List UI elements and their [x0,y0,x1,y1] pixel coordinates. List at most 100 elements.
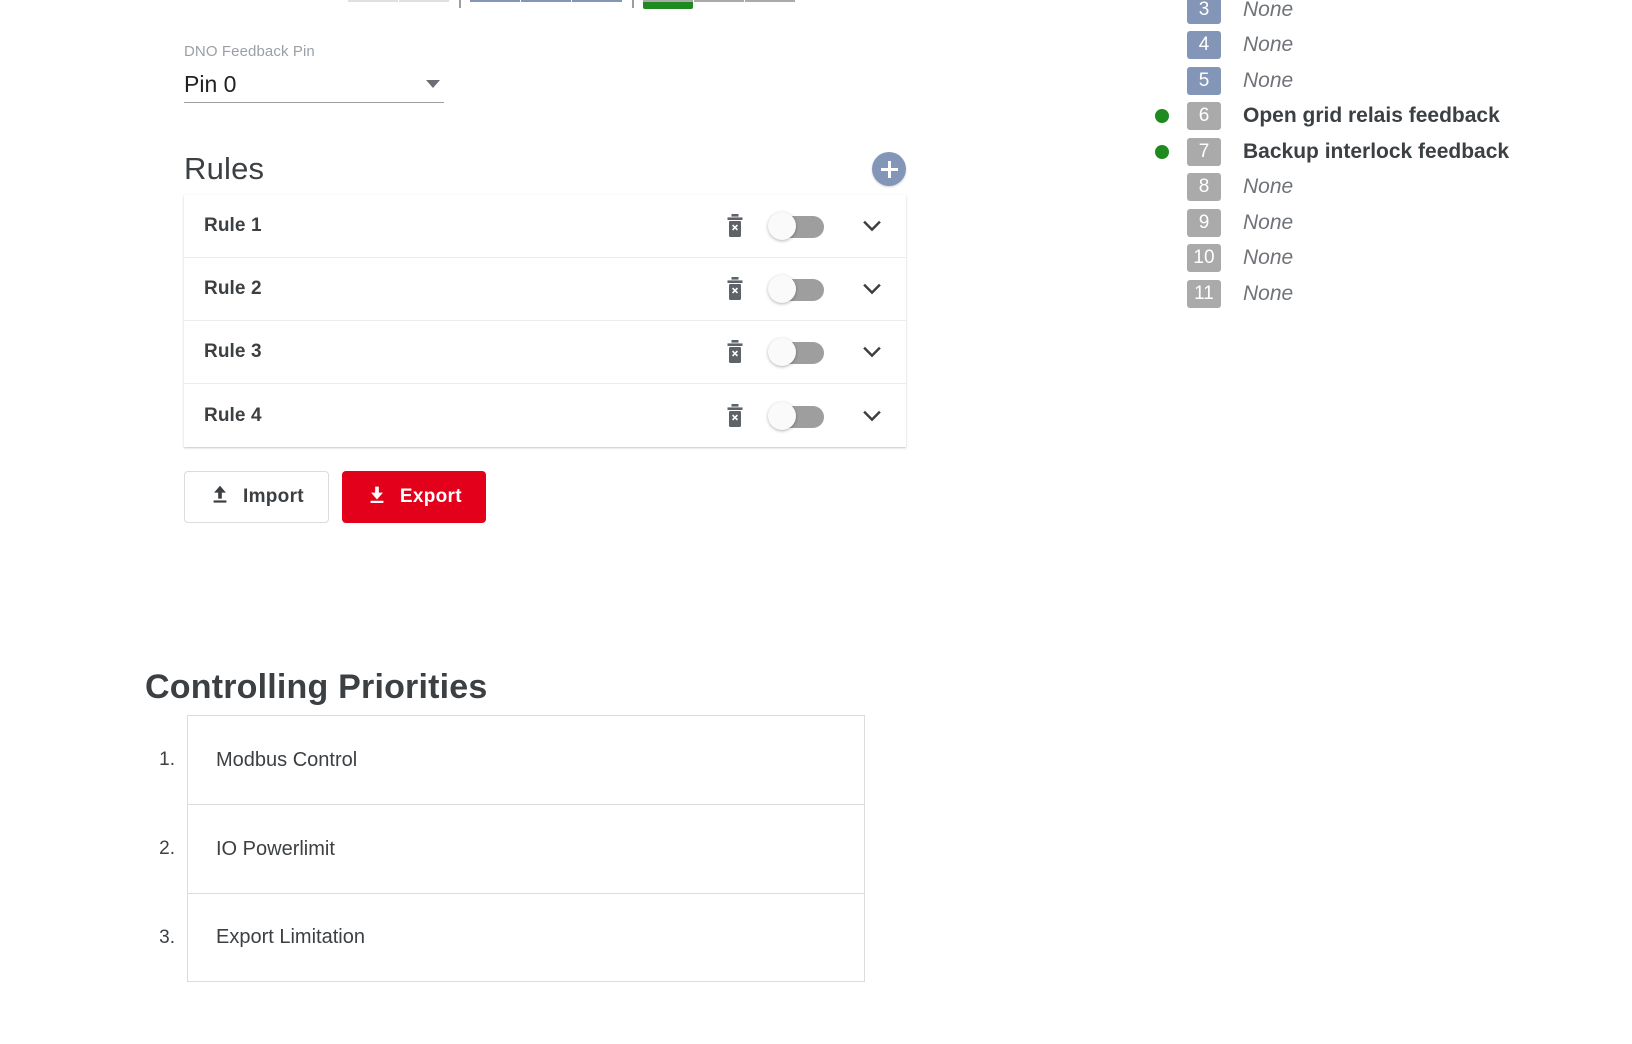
pin-number-badge: 6 [1187,102,1221,131]
rule-name: Rule 2 [204,278,262,299]
pin-number-badge: 10 [1187,244,1221,273]
pin-row[interactable]: 5 None [1155,63,1509,99]
expand-rule-chevron-down-icon[interactable] [852,206,892,246]
dno-feedback-pin-value: Pin 0 [184,71,237,97]
pin-status-slot [1155,109,1187,124]
delete-rule-icon[interactable] [718,272,752,306]
pin-row[interactable]: 6 Open grid relais feedback [1155,99,1509,135]
priority-index: 3. [159,926,175,948]
progress-step[interactable] [348,0,398,2]
rule-row[interactable]: Rule 2 [184,258,906,321]
pin-label: None [1243,210,1294,234]
rule-enable-toggle[interactable] [768,212,824,240]
rule-row-actions [718,206,906,246]
pin-row[interactable]: 8 None [1155,170,1509,206]
pin-number-badge: 8 [1187,173,1221,202]
toggle-knob [768,338,796,366]
rule-row[interactable]: Rule 4 [184,384,906,447]
controlling-priorities-title: Controlling Priorities [145,668,488,707]
progress-step-active-indicator [643,2,693,9]
progress-step-active[interactable] [643,0,693,9]
plus-icon [880,160,898,178]
dno-feedback-pin-field: DNO Feedback Pin Pin 0 [184,42,444,103]
pin-row[interactable]: 4 None [1155,28,1509,64]
pin-label: None [1243,0,1294,21]
pin-number-badge: 11 [1187,279,1221,308]
progress-step[interactable] [470,0,520,2]
progress-bar-group [470,0,623,8]
progress-step[interactable] [521,0,571,2]
pin-row[interactable]: 3 None [1155,0,1509,28]
toggle-knob [768,275,796,303]
rule-row[interactable]: Rule 1 [184,195,906,258]
progress-bar-divider [632,0,634,8]
priority-index: 2. [159,837,175,859]
progress-bar-group [643,0,796,9]
pin-label: Backup interlock feedback [1243,139,1510,163]
pin-label: None [1243,68,1294,92]
export-button[interactable]: Export [341,471,486,523]
pin-row[interactable]: 7 Backup interlock feedback [1155,134,1509,170]
rule-row-actions [718,332,906,372]
progress-bar-group [348,0,450,8]
add-rule-button[interactable] [872,152,906,186]
priority-row[interactable]: 2. IO Powerlimit [145,804,865,893]
pin-number-badge: 7 [1187,137,1221,166]
pin-number-badge: 5 [1187,66,1221,95]
progress-step[interactable] [745,0,795,2]
pin-active-indicator-icon [1155,109,1169,124]
expand-rule-chevron-down-icon[interactable] [852,269,892,309]
export-button-label: Export [399,486,462,507]
rule-enable-toggle[interactable] [768,275,824,303]
rule-name: Rule 1 [204,215,262,236]
pin-row[interactable]: 9 None [1155,205,1509,241]
progress-step[interactable] [694,0,744,2]
rule-enable-toggle[interactable] [768,401,824,430]
import-button-label: Import [243,486,304,507]
rule-row[interactable]: Rule 3 [184,321,906,384]
rule-name: Rule 4 [204,404,262,426]
progress-bar-divider [459,0,461,8]
delete-rule-icon[interactable] [718,335,752,369]
pin-number-badge: 4 [1187,31,1221,60]
upload-icon [209,483,231,511]
dno-feedback-pin-label: DNO Feedback Pin [184,43,315,60]
priority-row[interactable]: 3. Export Limitation [145,893,865,982]
pin-row[interactable]: 10 None [1155,241,1509,277]
priority-card[interactable]: Modbus Control [187,715,865,804]
pin-label: None [1243,175,1294,199]
expand-rule-chevron-down-icon[interactable] [852,332,892,372]
pin-label: None [1243,33,1294,57]
progress-step[interactable] [572,0,622,2]
pin-row[interactable]: 11 None [1155,276,1509,312]
pin-active-indicator-icon [1155,144,1169,159]
rule-row-actions [718,396,906,436]
rule-enable-toggle[interactable] [768,338,824,366]
progress-step[interactable] [399,0,449,2]
rules-list: Rule 1 Rule 2 Rule 3 Rule 4 [184,195,906,447]
toggle-knob [768,212,796,240]
pin-assignment-list: 3 None 4 None 5 None 6 Open grid relais feedbac… [1155,0,1509,312]
priority-index: 1. [159,748,175,770]
controlling-priorities-list: 1. Modbus Control 2. IO Powerlimit 3. Export … [145,715,865,982]
import-export-button-group: Import Export [184,471,486,523]
rule-row-actions [718,269,906,309]
priority-row[interactable]: 1. Modbus Control [145,715,865,804]
pin-number-badge: 3 [1187,0,1221,24]
pin-status-slot [1155,144,1187,159]
toggle-knob [768,401,796,430]
pin-label: Open grid relais feedback [1243,104,1500,128]
pin-number-badge: 9 [1187,208,1221,237]
priority-card[interactable]: IO Powerlimit [187,804,865,893]
expand-rule-chevron-down-icon[interactable] [852,396,892,436]
delete-rule-icon[interactable] [718,209,752,243]
import-button[interactable]: Import [184,471,329,523]
delete-rule-icon[interactable] [718,399,752,433]
priority-card[interactable]: Export Limitation [187,893,865,982]
rules-title: Rules [184,151,265,186]
download-icon [366,483,388,511]
pin-label: None [1243,246,1294,270]
dno-feedback-pin-select[interactable]: Pin 0 [184,66,444,103]
rule-name: Rule 3 [204,341,262,362]
rules-section-header: Rules [184,145,906,193]
